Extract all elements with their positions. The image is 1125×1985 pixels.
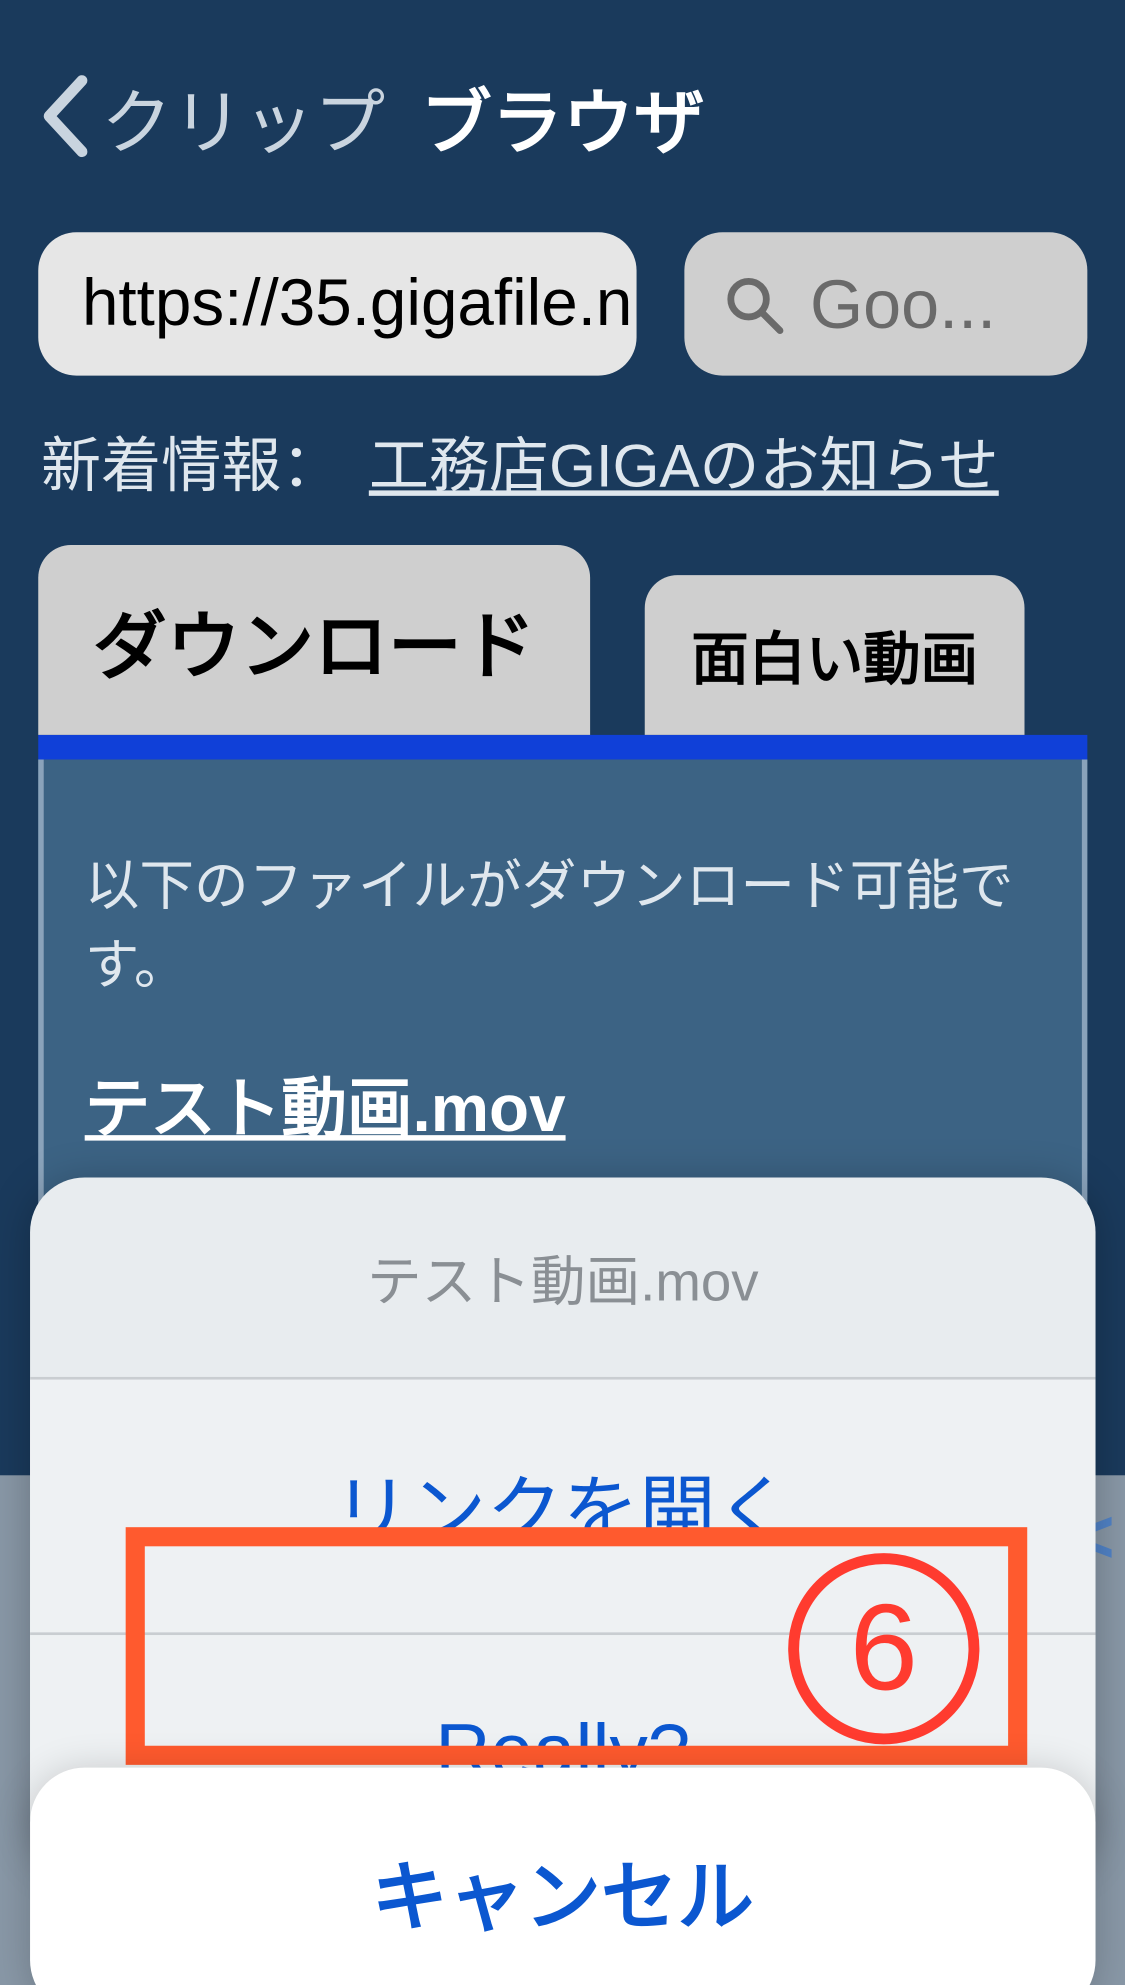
url-text: https://35.gigafile.nu/052... xyxy=(82,266,637,341)
panel-intro: 以下のファイルがダウンロード可能です。 xyxy=(85,841,1041,999)
file-link[interactable]: テスト動画.mov xyxy=(85,1055,566,1151)
chevron-left-icon xyxy=(41,75,87,157)
news-link[interactable]: 工務店GIGAのお知らせ xyxy=(369,417,999,504)
tabs: ダウンロード 面白い動画 xyxy=(0,545,1125,735)
panel-accent-bar xyxy=(38,735,1087,760)
action-open-link[interactable]: リンクを開く xyxy=(30,1380,1095,1635)
news-row: 新着情報： 工務店GIGAのお知らせ xyxy=(0,417,1125,545)
nav-bar: クリップ ブラウザ xyxy=(0,0,1125,232)
news-label: 新着情報： xyxy=(41,417,342,504)
tab-download[interactable]: ダウンロード xyxy=(38,545,590,735)
back-button[interactable]: クリップ xyxy=(41,65,385,167)
cancel-button[interactable]: キャンセル xyxy=(30,1768,1095,1985)
url-field[interactable]: https://35.gigafile.nu/052... xyxy=(38,232,636,375)
url-row: https://35.gigafile.nu/052... Goo... xyxy=(0,232,1125,416)
page-title: ブラウザ xyxy=(421,65,705,167)
search-icon xyxy=(723,273,786,336)
action-sheet-title: テスト動画.mov xyxy=(30,1177,1095,1379)
tab-funny-videos[interactable]: 面白い動画 xyxy=(645,575,1025,735)
back-label: クリップ xyxy=(101,65,385,167)
action-sheet: テスト動画.mov リンクを開く Really? 6 xyxy=(30,1177,1095,1868)
search-placeholder: Goo... xyxy=(810,264,996,343)
search-field[interactable]: Goo... xyxy=(684,232,1087,375)
